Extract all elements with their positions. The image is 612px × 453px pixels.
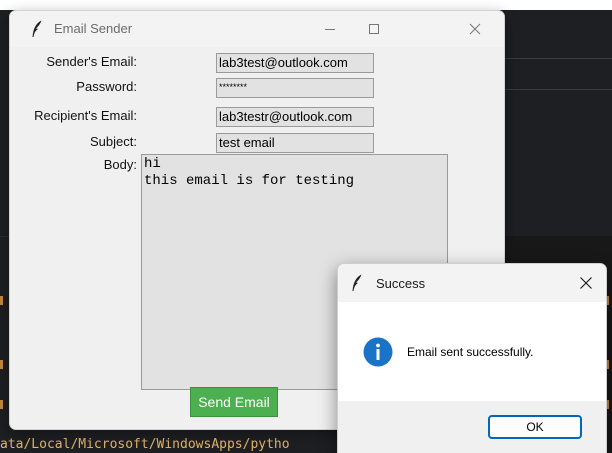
terminal-gutter-mark	[0, 400, 3, 409]
ok-button[interactable]: OK	[488, 415, 582, 439]
success-dialog: Success Email sent successfully. OK	[337, 263, 607, 453]
close-icon	[469, 23, 481, 35]
minimize-button[interactable]	[308, 11, 352, 47]
sender-email-field[interactable]: lab3test@outlook.com	[216, 53, 374, 73]
minimize-icon	[325, 29, 335, 30]
dialog-title: Success	[376, 276, 426, 291]
recipient-email-label: Recipient's Email:	[34, 108, 137, 123]
feather-icon	[352, 274, 362, 291]
terminal-gutter-mark	[0, 360, 3, 369]
subject-label: Subject:	[90, 134, 137, 149]
terminal-path-text: ata/Local/Microsoft/WindowsApps/pytho	[0, 437, 290, 452]
window-titlebar[interactable]: Email Sender	[10, 11, 504, 47]
sender-email-label: Sender's Email:	[46, 54, 137, 69]
dialog-titlebar[interactable]: Success	[338, 264, 606, 302]
dialog-close-button[interactable]	[566, 264, 606, 302]
maximize-icon	[369, 24, 379, 34]
recipient-email-field[interactable]: lab3testr@outlook.com	[216, 107, 374, 127]
editor-divider	[505, 58, 612, 59]
maximize-button[interactable]	[352, 11, 396, 47]
subject-field[interactable]: test email	[216, 133, 374, 153]
send-email-button[interactable]: Send Email	[190, 387, 278, 417]
terminal-gutter-mark	[0, 296, 3, 305]
window-title: Email Sender	[54, 21, 133, 36]
close-button[interactable]	[453, 11, 497, 47]
feather-icon	[32, 20, 42, 37]
screen: ata/Local/Microsoft/WindowsApps/pytho Em…	[0, 0, 612, 453]
close-icon	[580, 277, 592, 289]
info-icon	[363, 337, 393, 367]
password-field[interactable]: ********	[216, 78, 374, 98]
dialog-message: Email sent successfully.	[407, 345, 534, 359]
editor-divider	[505, 89, 612, 90]
body-label: Body:	[103, 157, 137, 172]
password-label: Password:	[76, 79, 137, 94]
dialog-body: Email sent successfully.	[338, 302, 606, 401]
